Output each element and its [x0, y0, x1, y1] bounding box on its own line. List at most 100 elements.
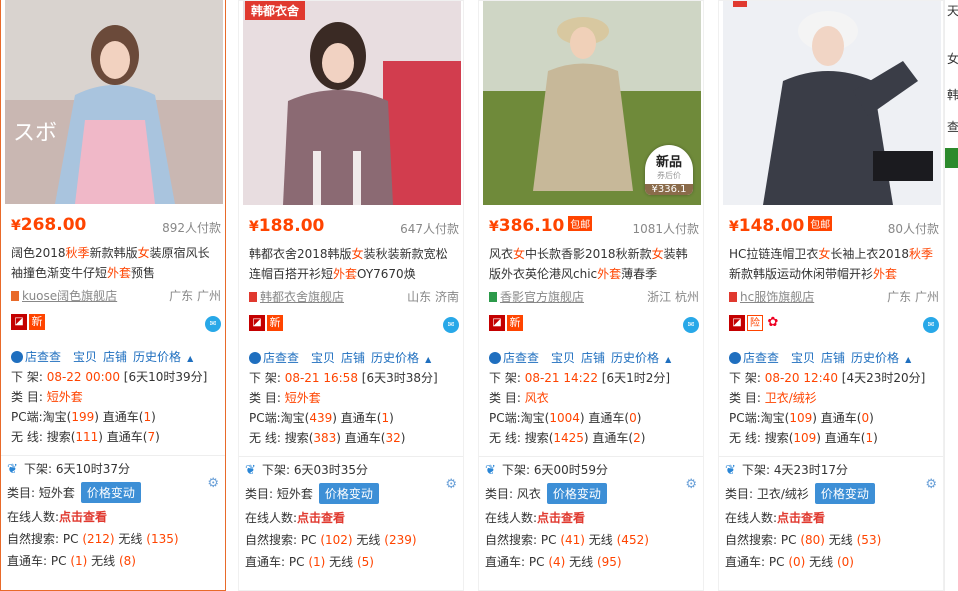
pc-zhitong-label: ) 直通车( [812, 411, 862, 425]
store-link[interactable]: 店铺 [341, 351, 365, 365]
lower-offshelf-text: 下架: 6天03时35分 [262, 463, 369, 477]
online-check-link[interactable]: 点击查看 [777, 511, 825, 525]
item-link[interactable]: 宝贝 [551, 351, 575, 365]
category-value: 短外套 [46, 390, 83, 404]
online-check-link[interactable]: 点击查看 [537, 511, 585, 525]
service-badge-icon[interactable]: 新 [267, 315, 283, 331]
gear-icon[interactable]: ⚙ [925, 477, 937, 492]
product-image[interactable]: 韩都衣舍 [243, 1, 461, 205]
shop-link[interactable]: 香影官方旗舰店 [500, 290, 584, 304]
tmall-badge-icon[interactable]: ◪ [729, 315, 745, 331]
wireless-search-label: 搜索( [46, 430, 76, 444]
product-title-link[interactable]: 阔色2018秋季新款韩版女装原宿风长袖撞色渐变牛仔短外套预售 [11, 243, 221, 283]
product-card[interactable]: 韩都衣舍 ¥188.00 647人付款 韩都衣舍2018韩版女装秋装新款宽松连帽百搭开… [238, 0, 464, 591]
natural-search-wireless-label: 无线 [588, 533, 613, 547]
service-badge-icon[interactable]: 新 [507, 315, 523, 331]
product-image[interactable] [723, 1, 941, 205]
wireless-zhitong-count: 7 [147, 430, 156, 444]
pc-row: PC端:淘宝(199) 直通车(1) [11, 410, 156, 424]
shop-check-link[interactable]: 店查查 [11, 350, 67, 364]
shop-check-link[interactable]: 店查查 [489, 351, 545, 365]
natural-search-wireless-label: 无线 [118, 532, 143, 546]
shop-check-link[interactable]: 店查查 [249, 351, 305, 365]
shop-link[interactable]: hc服饰旗舰店 [740, 290, 814, 304]
shop-check-icon [729, 352, 741, 364]
paid-count: 647人付款 [400, 222, 459, 236]
title-part: 女 [651, 247, 664, 261]
wireless-zhitong-label: ) 直通车( [816, 431, 866, 445]
gear-icon[interactable]: ⚙ [445, 477, 457, 492]
tmall-badge-icon[interactable]: ◪ [249, 315, 265, 331]
store-link[interactable]: 店铺 [581, 351, 605, 365]
paid-count: 1081人付款 [632, 222, 699, 236]
lower-category-label: 类目: [485, 487, 517, 501]
store-link[interactable]: 店铺 [103, 350, 127, 364]
right-strip-char: 女 [947, 52, 958, 66]
ztc-pc: (0) [788, 555, 806, 569]
product-title-link[interactable]: 韩都衣舍2018韩版女装秋装新款宽松连帽百搭开衫短外套OY7670焕 [249, 244, 459, 284]
shop-link[interactable]: 韩都衣舍旗舰店 [260, 290, 344, 304]
tmall-badge-icon[interactable]: ◪ [489, 315, 505, 331]
svg-text:スボ: スボ [13, 121, 57, 146]
chat-icon[interactable]: ✉ [443, 317, 459, 333]
off-shelf-date: 08-20 12:40 [764, 371, 838, 385]
off-shelf-label: 下 架: [729, 371, 761, 385]
online-row: 在线人数:点击查看 [485, 509, 699, 526]
item-link[interactable]: 宝贝 [791, 351, 815, 365]
title-part: 外套 [107, 266, 132, 280]
price-history-link[interactable]: 历史价格 ▲ [133, 350, 199, 364]
tmall-badge-icon[interactable]: ◪ [11, 314, 27, 330]
title-part: 新款韩版 [89, 246, 138, 260]
sticker-subtitle: 券后价 [657, 171, 681, 180]
wireless-row: 无 线: 搜索(111) 直通车(7) [11, 430, 160, 444]
shop-check-icon [11, 351, 23, 363]
price-history-link[interactable]: 历史价格 ▲ [851, 351, 917, 365]
product-image[interactable]: 新品 券后价 ¥336.1 [483, 1, 701, 205]
badge-row: ◪ 新 ✉ [489, 315, 699, 335]
pc-row: PC端:淘宝(1004) 直通车(0) [489, 411, 642, 425]
shop-link[interactable]: kuose阔色旗舰店 [22, 289, 117, 303]
shop-location: 浙江 杭州 [647, 290, 699, 304]
gear-icon[interactable]: ⚙ [207, 476, 219, 491]
chat-icon[interactable]: ✉ [683, 317, 699, 333]
service-badge-icon[interactable]: ✿ [765, 315, 781, 331]
store-link[interactable]: 店铺 [821, 351, 845, 365]
price-history-link[interactable]: 历史价格 ▲ [371, 351, 437, 365]
toolbar: 店查查 宝贝 店铺 历史价格 ▲ [11, 348, 221, 365]
product-card[interactable]: ¥148.00 包邮 80人付款 HC拉链连帽卫衣女长袖上衣2018秋季新款韩版运动… [718, 0, 944, 591]
wireless-zhitong-label: ) 直通车( [583, 431, 634, 445]
price-change-button[interactable]: 价格变动 [546, 483, 607, 504]
natural-search-row: 自然搜索: PC (212) 无线 (135) [7, 530, 221, 547]
service-badge-icon[interactable]: 新 [29, 314, 45, 330]
product-card[interactable]: 新品 券后价 ¥336.1 ¥386.10 包邮 1081人付款 风衣女中长款香影2018… [478, 0, 704, 591]
price-change-button[interactable]: 价格变动 [80, 482, 141, 503]
wireless-search-count: 1425 [553, 431, 584, 445]
product-title-link[interactable]: 风衣女中长款香影2018秋新款女装韩版外衣英伦港风chic外套薄春季 [489, 244, 699, 284]
price-change-button[interactable]: 价格变动 [814, 483, 875, 504]
service-badge-icon[interactable]: 险 [747, 315, 763, 331]
lower-category-label: 类目: [7, 486, 39, 500]
gear-icon[interactable]: ⚙ [685, 477, 697, 492]
ztc-wireless-label: 无线 [329, 555, 354, 569]
product-card[interactable]: スボ ¥268.00 892人付款 阔色2018秋季新款韩版女装原宿风长袖撞色渐变牛仔… [0, 0, 226, 591]
price: ¥268.00 [11, 215, 87, 235]
natural-search-wireless: (452) [616, 533, 649, 547]
right-strip-image[interactable] [945, 148, 958, 168]
online-check-link[interactable]: 点击查看 [297, 511, 345, 525]
title-part: OY7670焕 [357, 267, 416, 281]
chat-icon[interactable]: ✉ [205, 316, 221, 332]
toolbar: 店查查 宝贝 店铺 历史价格 ▲ [249, 349, 459, 366]
pc-zhitong-count: 1 [381, 411, 390, 425]
chat-icon[interactable]: ✉ [923, 317, 939, 333]
item-link[interactable]: 宝贝 [311, 351, 335, 365]
wireless-zhitong-label: ) 直通车( [98, 430, 148, 444]
price-change-button[interactable]: 价格变动 [318, 483, 379, 504]
title-part: 外套 [333, 267, 358, 281]
shop-check-link[interactable]: 店查查 [729, 351, 785, 365]
product-title-link[interactable]: HC拉链连帽卫衣女长袖上衣2018秋季新款韩版运动休闲带帽开衫外套 [729, 244, 939, 284]
price-history-link[interactable]: 历史价格 ▲ [611, 351, 677, 365]
category-row: 类 目: 短外套 [11, 388, 221, 405]
online-check-link[interactable]: 点击查看 [59, 510, 107, 524]
product-image[interactable]: スボ [5, 0, 223, 204]
item-link[interactable]: 宝贝 [73, 350, 97, 364]
